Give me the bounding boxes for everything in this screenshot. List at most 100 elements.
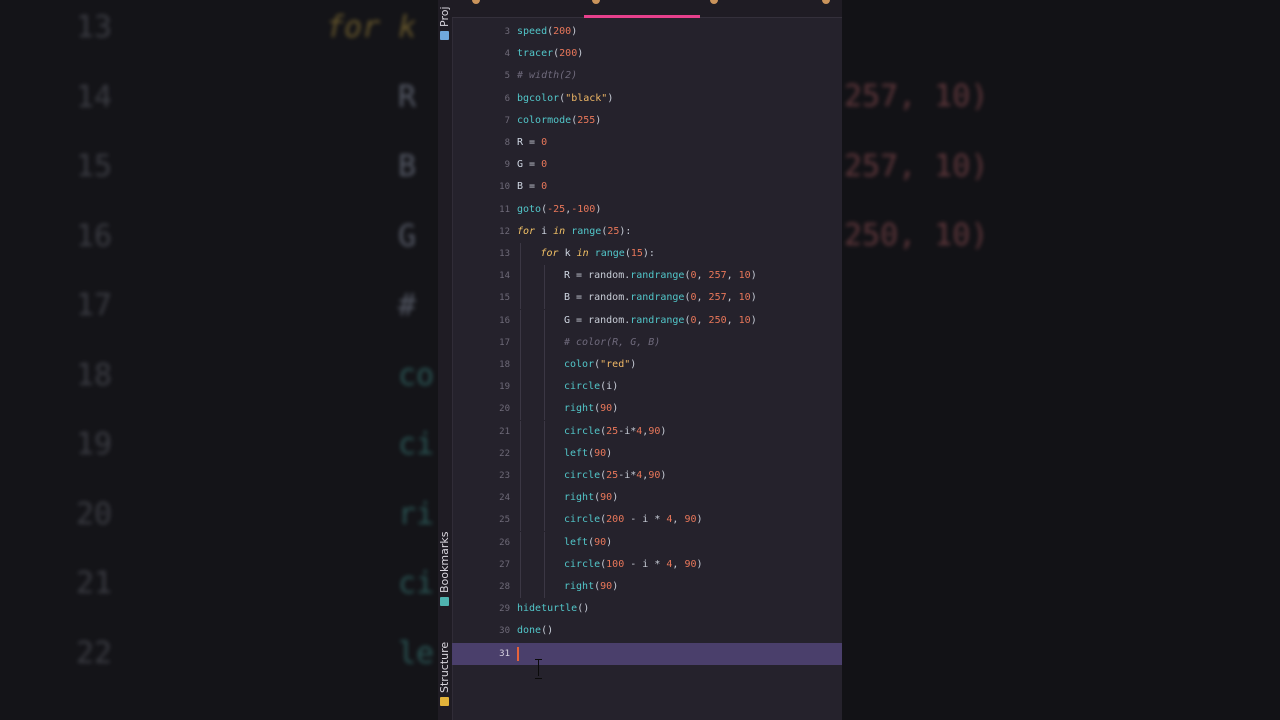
code-line[interactable]: speed(200): [517, 21, 577, 43]
code-token: 15: [630, 248, 643, 259]
indent-guide: [543, 332, 545, 354]
code-line[interactable]: right(90): [564, 487, 618, 509]
line-number: 18: [499, 360, 510, 370]
code-token: ,: [696, 270, 709, 281]
code-token: -i*: [618, 470, 637, 481]
indent-guide: [543, 421, 545, 443]
text-caret: [517, 647, 519, 661]
code-line[interactable]: color("red"): [564, 354, 636, 376]
code-line[interactable]: colormode(255): [517, 110, 601, 132]
code-token: ): [696, 514, 703, 525]
code-line[interactable]: goto(-25,-100): [517, 199, 601, 221]
code-line[interactable]: circle(100 - i * 4, 90): [564, 554, 703, 576]
code-token: 200: [559, 48, 578, 59]
code-line[interactable]: # width(2): [517, 65, 577, 87]
code-token: 25: [606, 426, 619, 437]
code-token: right: [564, 403, 595, 414]
code-line[interactable]: G = 0: [517, 154, 547, 176]
backdrop-line-number: 14: [76, 79, 113, 115]
code-token: range: [594, 248, 625, 259]
line-number: 14: [499, 271, 510, 281]
code-line[interactable]: circle(25-i*4,90): [564, 465, 666, 487]
code-line[interactable]: bgcolor("black"): [517, 88, 613, 110]
code-token: randrange: [630, 270, 685, 281]
code-token: randrange: [630, 315, 685, 326]
code-line[interactable]: # color(R, G, B): [564, 332, 660, 354]
code-area[interactable]: 3 speed(200) 4 tracer(200) 5 # width(2) 6 bgcol…: [438, 0, 842, 720]
code-token: goto: [517, 204, 542, 215]
code-token: - i *: [624, 559, 667, 570]
code-token: for: [540, 248, 559, 259]
code-token: = random.: [570, 270, 631, 281]
mouse-ibeam-cursor: [535, 658, 543, 679]
line-number: 30: [499, 626, 510, 636]
code-token: circle: [564, 470, 601, 481]
line-number: 8: [504, 138, 510, 148]
code-line[interactable]: circle(25-i*4,90): [564, 421, 666, 443]
code-token: right: [564, 492, 595, 503]
line-number: 7: [504, 116, 510, 126]
line-number: 23: [499, 471, 510, 481]
code-token: ,: [726, 270, 739, 281]
indent-guide: [543, 576, 545, 598]
code-token: 10: [738, 270, 751, 281]
backdrop-line-number: 17: [76, 288, 113, 323]
code-editor-panel: Proj Bookmarks Structure 3 speed(200) 4 tra…: [438, 0, 842, 720]
line-number: 20: [499, 404, 510, 414]
backdrop-code: R: [398, 79, 417, 115]
code-token: -25: [547, 204, 566, 215]
code-line[interactable]: left(90): [564, 532, 612, 554]
code-line[interactable]: R = random.randrange(0, 257, 10): [564, 265, 757, 287]
code-line[interactable]: right(90): [564, 576, 618, 598]
code-token: 0: [541, 159, 548, 170]
backdrop-code: ri: [398, 496, 435, 532]
code-line[interactable]: for k in range(15):: [541, 243, 655, 265]
backdrop-line-number: 18: [76, 357, 113, 393]
code-line[interactable]: for i in range(25):: [517, 221, 631, 243]
code-token: ): [595, 115, 602, 126]
indent-guide: [520, 376, 521, 398]
code-token: ): [607, 93, 614, 104]
line-number: 9: [504, 160, 510, 170]
code-token: 257: [708, 270, 727, 281]
code-line[interactable]: tracer(200): [517, 43, 583, 65]
code-token: ): [750, 315, 757, 326]
code-line[interactable]: left(90): [564, 443, 612, 465]
code-line[interactable]: G = random.randrange(0, 250, 10): [564, 310, 757, 332]
code-line[interactable]: B = random.randrange(0, 257, 10): [564, 287, 757, 309]
indent-guide: [520, 532, 521, 554]
code-token: randrange: [630, 292, 685, 303]
backdrop-code: 257, 10): [844, 79, 989, 114]
code-line[interactable]: circle(200 - i * 4, 90): [564, 509, 703, 531]
code-token: ): [750, 270, 757, 281]
indent-guide: [520, 465, 521, 487]
line-number: 15: [499, 293, 510, 303]
indent-guide: [520, 554, 521, 576]
indent-guide: [543, 554, 545, 576]
backdrop-code: 250, 10): [844, 218, 989, 253]
backdrop-line-number: 19: [76, 427, 113, 462]
backdrop-code: for k: [326, 10, 417, 45]
code-line[interactable]: hideturtle(): [517, 598, 589, 620]
code-token: 90: [594, 537, 607, 548]
backdrop-line-number: 22: [76, 635, 113, 671]
code-token: ): [612, 492, 619, 503]
code-line[interactable]: done(): [517, 620, 553, 642]
code-token: = random.: [570, 292, 631, 303]
code-token: = random.: [570, 315, 631, 326]
line-number: 26: [499, 538, 510, 548]
line-number: 19: [499, 382, 510, 392]
code-line[interactable]: R = 0: [517, 132, 547, 154]
code-token: 90: [684, 514, 697, 525]
backdrop-code: G: [398, 218, 417, 254]
code-token: ): [660, 470, 667, 481]
code-token: # width(2): [517, 70, 578, 81]
code-line[interactable]: right(90): [564, 398, 618, 420]
code-line[interactable]: B = 0: [517, 176, 547, 198]
line-number: 31: [499, 649, 510, 659]
code-line[interactable]: circle(i): [564, 376, 618, 398]
code-token: 257: [708, 292, 727, 303]
code-token: 200: [606, 514, 625, 525]
code-token: -i*: [618, 426, 637, 437]
indent-guide: [543, 287, 545, 309]
